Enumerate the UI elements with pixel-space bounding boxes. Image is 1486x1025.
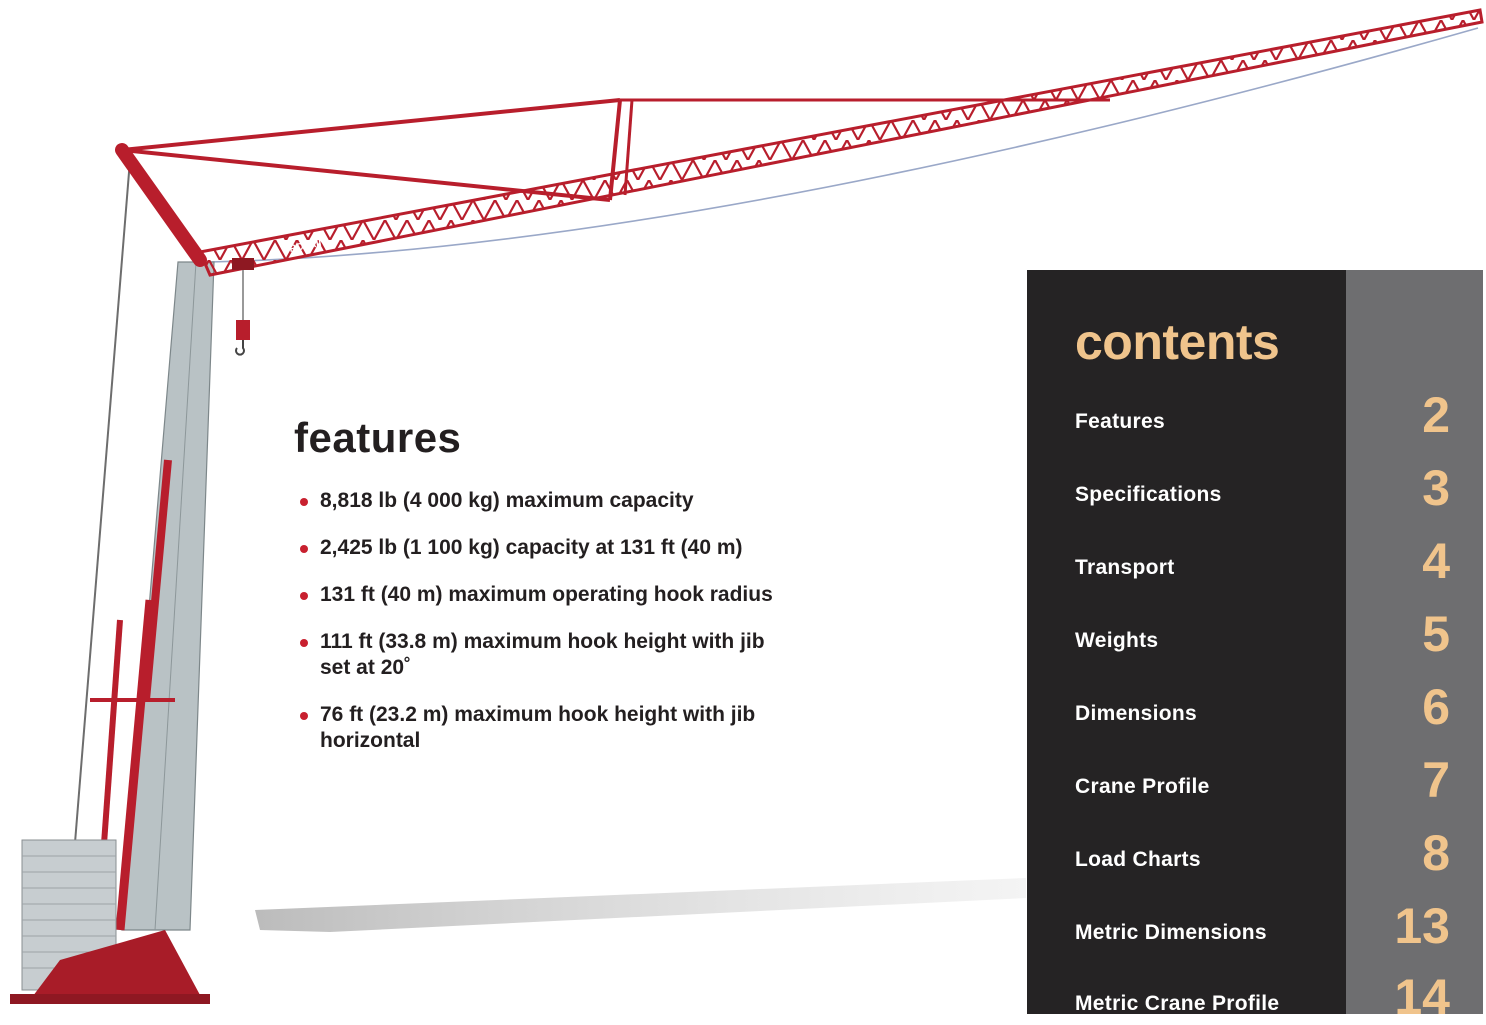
toc-page-number: 7 bbox=[1422, 752, 1450, 808]
hook-block bbox=[236, 320, 250, 340]
toc-item-metric-crane-profile[interactable]: Metric Crane Profile 14 bbox=[1075, 962, 1450, 1022]
ground-shadow bbox=[255, 878, 1026, 932]
feature-item: 2,425 lb (1 100 kg) capacity at 131 ft (… bbox=[294, 535, 774, 561]
jib-strut bbox=[115, 143, 207, 267]
contents-title: contents bbox=[1075, 314, 1280, 370]
feature-text: 8,818 lb (4 000 kg) maximum capacity bbox=[320, 489, 694, 512]
jib bbox=[197, 8, 1484, 277]
bullet-icon bbox=[300, 498, 308, 506]
trolley bbox=[232, 258, 254, 270]
bullet-icon bbox=[300, 592, 308, 600]
toc-label: Metric Dimensions bbox=[1075, 921, 1267, 944]
toc-label: Specifications bbox=[1075, 483, 1222, 506]
feature-text: 131 ft (40 m) maximum operating hook rad… bbox=[320, 583, 773, 606]
feature-item: 111 ft (33.8 m) maximum hook height with… bbox=[294, 629, 774, 681]
bullet-icon bbox=[300, 712, 308, 720]
toc-page-number: 2 bbox=[1422, 387, 1450, 443]
toc-label: Transport bbox=[1075, 556, 1175, 579]
bullet-icon bbox=[300, 639, 308, 647]
hook bbox=[235, 340, 245, 356]
toc-label: Weights bbox=[1075, 629, 1159, 652]
bullet-icon bbox=[300, 545, 308, 553]
toc-item-weights[interactable]: Weights 5 bbox=[1075, 599, 1450, 659]
toc-page-number: 8 bbox=[1422, 825, 1450, 881]
toc-item-crane-profile[interactable]: Crane Profile 7 bbox=[1075, 745, 1450, 805]
toc-page-number: 5 bbox=[1422, 606, 1450, 662]
features-section: features 8,818 lb (4 000 kg) maximum cap… bbox=[294, 414, 774, 775]
feature-list: 8,818 lb (4 000 kg) maximum capacity 2,4… bbox=[294, 488, 774, 754]
features-title: features bbox=[294, 414, 462, 461]
feature-text: 111 ft (33.8 m) maximum hook height with… bbox=[320, 630, 765, 679]
feature-text: 76 ft (23.2 m) maximum hook height with … bbox=[320, 703, 756, 752]
toc-page-number: 6 bbox=[1422, 679, 1450, 735]
mast bbox=[121, 261, 215, 931]
toc-item-dimensions[interactable]: Dimensions 6 bbox=[1075, 672, 1450, 732]
support-cable bbox=[71, 159, 131, 881]
toc-label: Crane Profile bbox=[1075, 775, 1210, 798]
tie-rod bbox=[121, 98, 621, 152]
toc-item-metric-dimensions[interactable]: Metric Dimensions 13 bbox=[1075, 891, 1450, 951]
toc-item-specifications[interactable]: Specifications 3 bbox=[1075, 453, 1450, 513]
toc-page-number: 13 bbox=[1394, 898, 1450, 954]
toc-page-number: 4 bbox=[1422, 533, 1450, 589]
feature-item: 8,818 lb (4 000 kg) maximum capacity bbox=[294, 488, 774, 514]
toc-page-number: 3 bbox=[1422, 460, 1450, 516]
feature-text: 2,425 lb (1 100 kg) capacity at 131 ft (… bbox=[320, 536, 743, 559]
toc-item-load-charts[interactable]: Load Charts 8 bbox=[1075, 818, 1450, 878]
toc-item-features[interactable]: Features 2 bbox=[1075, 380, 1450, 440]
toc-page-number: 14 bbox=[1394, 969, 1450, 1025]
toc-label: Metric Crane Profile bbox=[1075, 992, 1280, 1015]
toc-item-transport[interactable]: Transport 4 bbox=[1075, 526, 1450, 586]
feature-item: 76 ft (23.2 m) maximum hook height with … bbox=[294, 702, 774, 754]
toc-label: Dimensions bbox=[1075, 702, 1198, 725]
feature-item: 131 ft (40 m) maximum operating hook rad… bbox=[294, 582, 774, 608]
toc-label: Load Charts bbox=[1075, 848, 1201, 871]
toc-label: Features bbox=[1075, 410, 1165, 433]
